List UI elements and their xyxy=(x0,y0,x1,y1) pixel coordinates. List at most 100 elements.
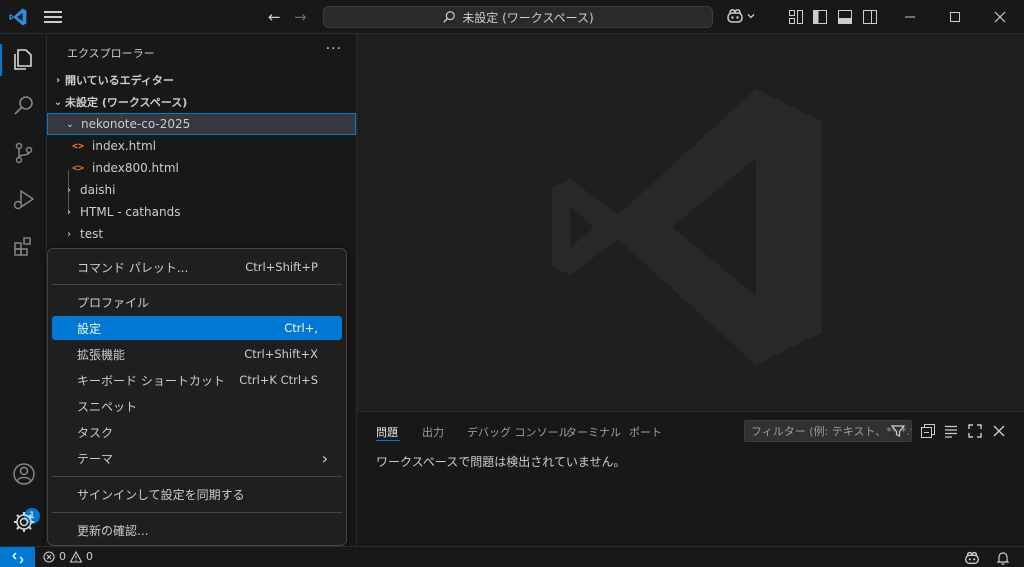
problems-status-button[interactable]: 0 0 xyxy=(43,550,93,563)
chevron-right-icon: › xyxy=(55,74,61,86)
file-label: index800.html xyxy=(92,161,179,175)
menu-item-label: スニペット xyxy=(77,399,138,414)
tab-problems[interactable]: 問題 xyxy=(376,424,398,440)
collapse-all-icon[interactable] xyxy=(920,423,936,439)
toggle-panel-icon[interactable] xyxy=(837,9,853,25)
folder-label: HTML - cathands xyxy=(80,205,181,219)
forward-arrow-icon[interactable]: → xyxy=(294,9,307,25)
menu-item-label: 設定 xyxy=(77,321,102,336)
tab-terminal[interactable]: ターミナル xyxy=(566,424,621,440)
folder-label: daishi xyxy=(80,183,116,197)
close-panel-icon[interactable] xyxy=(991,423,1007,439)
toggle-secondary-sidebar-icon[interactable] xyxy=(862,9,878,25)
tree-folder-html-cathands[interactable]: › HTML - cathands xyxy=(47,201,356,223)
chevron-down-icon xyxy=(747,14,755,19)
vscode-logo-icon xyxy=(9,8,27,26)
menu-item-shortcut: Ctrl+, xyxy=(284,321,318,335)
toggle-primary-sidebar-icon[interactable] xyxy=(812,9,828,25)
manage-context-menu: コマンド パレット... Ctrl+Shift+P プロファイル 設定 Ctrl… xyxy=(47,248,347,546)
search-icon[interactable] xyxy=(11,93,37,119)
bottom-panel: 問題 出力 デバッグ コンソール ターミナル ポート フィルター (例: テキス… xyxy=(357,411,1024,546)
back-arrow-icon[interactable]: ← xyxy=(268,9,281,25)
menu-item-tasks[interactable]: タスク xyxy=(52,420,342,444)
maximize-icon[interactable] xyxy=(946,8,964,26)
menu-item-themes[interactable]: テーマ › xyxy=(52,446,342,470)
problems-empty-message: ワークスペースで問題は検出されていません。 xyxy=(376,455,626,469)
workspace-section[interactable]: ⌄ 未設定 (ワークスペース) xyxy=(47,91,356,113)
menu-item-label: タスク xyxy=(77,425,114,440)
tree-file-index800[interactable]: <> index800.html xyxy=(47,157,356,179)
menu-item-extensions[interactable]: 拡張機能 Ctrl+Shift+X xyxy=(52,342,342,366)
active-tab-underline xyxy=(376,440,400,441)
menu-item-snippets[interactable]: スニペット xyxy=(52,394,342,418)
html-file-icon: <> xyxy=(72,140,85,152)
error-icon xyxy=(43,550,55,563)
tree-file-index[interactable]: <> index.html xyxy=(47,135,356,157)
workspace-label: 未設定 (ワークスペース) xyxy=(65,96,188,109)
activity-bar: 1 xyxy=(0,34,47,546)
folder-label: test xyxy=(80,227,104,241)
chevron-right-icon: › xyxy=(321,448,328,468)
chevron-right-icon: › xyxy=(67,184,71,196)
copilot-icon xyxy=(727,9,743,23)
sidebar-title: エクスプローラー xyxy=(67,47,155,60)
menu-item-keyboard-shortcuts[interactable]: キーボード ショートカット Ctrl+K Ctrl+S xyxy=(52,368,342,392)
maximize-panel-icon[interactable] xyxy=(967,423,983,439)
folder-label: nekonote-co-2025 xyxy=(81,117,191,131)
extensions-icon[interactable] xyxy=(11,234,37,260)
menu-item-shortcut: Ctrl+K Ctrl+S xyxy=(239,373,318,387)
gear-icon[interactable] xyxy=(11,509,37,535)
status-bar: 0 0 xyxy=(0,546,1024,567)
menu-item-profile[interactable]: プロファイル xyxy=(52,290,342,314)
menu-item-label: テーマ xyxy=(77,451,114,466)
remote-icon xyxy=(11,551,24,564)
open-editors-label: 開いているエディター xyxy=(65,74,174,87)
minimize-icon[interactable] xyxy=(901,8,919,26)
file-label: index.html xyxy=(92,139,156,153)
menu-item-command-palette[interactable]: コマンド パレット... Ctrl+Shift+P xyxy=(52,255,342,279)
notifications-bell-icon[interactable] xyxy=(995,550,1011,566)
menu-separator xyxy=(52,284,342,285)
menu-item-sync-settings[interactable]: サインインして設定を同期する xyxy=(52,482,342,506)
tab-debug-console[interactable]: デバッグ コンソール xyxy=(467,424,570,440)
hamburger-menu-icon[interactable] xyxy=(44,9,62,25)
copilot-status-icon[interactable] xyxy=(964,550,980,566)
problems-filter-input[interactable]: フィルター (例: テキスト、**/*.ts、!**/node_modules/… xyxy=(744,420,912,442)
html-file-icon: <> xyxy=(72,162,85,174)
command-center-label: 未設定 (ワークスペース) xyxy=(462,10,594,25)
error-count: 0 xyxy=(59,550,66,563)
menu-item-settings[interactable]: 設定 Ctrl+, xyxy=(52,316,342,340)
source-control-icon[interactable] xyxy=(11,140,37,166)
menu-item-label: コマンド パレット... xyxy=(77,260,189,275)
copilot-menu-button[interactable] xyxy=(726,8,756,24)
menu-item-label: サインインして設定を同期する xyxy=(77,487,245,502)
command-center-search[interactable]: 未設定 (ワークスペース) xyxy=(323,6,713,28)
close-icon[interactable] xyxy=(991,8,1009,26)
menu-item-check-updates[interactable]: 更新の確認... xyxy=(52,518,342,542)
warning-count: 0 xyxy=(86,550,93,563)
warning-icon xyxy=(70,550,82,563)
tab-output[interactable]: 出力 xyxy=(422,424,444,440)
tree-folder-daishi[interactable]: › daishi xyxy=(47,179,356,201)
customize-layout-icon[interactable] xyxy=(788,9,804,25)
menu-separator xyxy=(52,476,342,477)
search-icon xyxy=(443,11,456,23)
accounts-icon[interactable] xyxy=(11,461,37,487)
filter-icon[interactable] xyxy=(891,424,905,438)
chevron-down-icon: ⌄ xyxy=(53,96,63,108)
chevron-right-icon: › xyxy=(67,228,71,240)
remote-indicator-button[interactable] xyxy=(0,547,35,567)
explorer-icon[interactable] xyxy=(11,46,37,72)
menu-item-label: キーボード ショートカット xyxy=(77,373,225,388)
vscode-watermark-icon xyxy=(552,89,822,365)
view-as-list-icon[interactable] xyxy=(943,423,959,439)
chevron-down-icon: ⌄ xyxy=(65,118,75,130)
tree-folder-nekonote[interactable]: ⌄ nekonote-co-2025 xyxy=(47,113,356,135)
tab-ports[interactable]: ポート xyxy=(629,424,662,440)
menu-item-shortcut: Ctrl+Shift+X xyxy=(244,347,318,361)
more-actions-icon[interactable]: ··· xyxy=(326,41,342,57)
open-editors-section[interactable]: › 開いているエディター xyxy=(47,69,356,91)
menu-item-label: 更新の確認... xyxy=(77,523,149,538)
run-debug-icon[interactable] xyxy=(11,187,37,213)
tree-folder-test[interactable]: › test xyxy=(47,223,356,245)
